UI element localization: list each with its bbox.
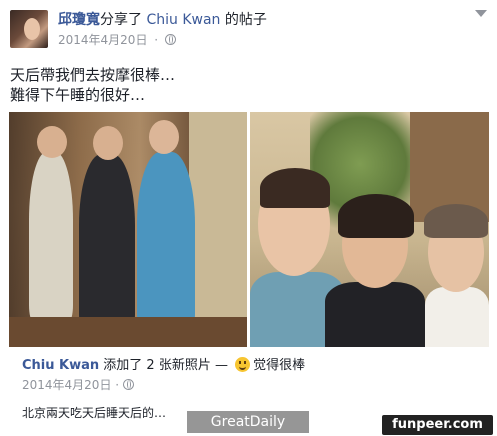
post-text-line-2: 難得下午睡的很好…: [10, 86, 146, 104]
person-1: [29, 152, 73, 322]
shared-author-link[interactable]: Chiu Kwan: [146, 12, 220, 28]
smiley-icon: [235, 357, 251, 372]
shared-post-action: 添加了 2 张新照片 —: [103, 358, 228, 373]
person-5-hair: [338, 194, 414, 238]
left-photo-doorway: [189, 112, 247, 347]
shared-suffix-text: 的帖子: [224, 12, 267, 28]
shared-post-meta: 2014年4月20日 ·: [22, 376, 134, 393]
author-avatar[interactable]: [10, 10, 48, 48]
shared-post-author-link[interactable]: Chiu Kwan: [22, 358, 99, 373]
chevron-down-icon[interactable]: [475, 10, 487, 17]
photo-right[interactable]: [250, 112, 489, 347]
post-header: 邱瓊寬分享了 Chiu Kwan 的帖子: [58, 9, 267, 29]
person-1-head: [37, 126, 67, 158]
funpeer-watermark: funpeer.com: [382, 415, 493, 435]
person-4-hair: [260, 168, 330, 208]
meta-separator: ·: [154, 33, 159, 47]
author-name-link[interactable]: 邱瓊寬: [58, 12, 100, 28]
globe-icon[interactable]: [164, 34, 176, 45]
facebook-post: 邱瓊寬分享了 Chiu Kwan 的帖子 2014年4月20日 · 天后帶我們去…: [0, 0, 497, 436]
share-action-text: 分享了: [100, 12, 142, 28]
left-photo-floor: [9, 317, 247, 347]
person-6-hair: [424, 204, 488, 238]
shared-meta-separator: ·: [115, 378, 120, 392]
person-3-head: [149, 120, 179, 154]
shared-post-date-link[interactable]: 2014年4月20日: [22, 378, 111, 392]
post-meta: 2014年4月20日 ·: [58, 31, 176, 48]
shared-post-feeling: 觉得很棒: [253, 358, 306, 373]
person-2: [79, 154, 135, 332]
post-date-link[interactable]: 2014年4月20日: [58, 33, 147, 47]
avatar-face: [24, 18, 40, 40]
person-6: [425, 287, 489, 347]
post-text-line-1: 天后帶我們去按摩很棒…: [10, 66, 176, 84]
shared-post-text: 北京兩天吃天后睡天后的…: [22, 406, 167, 420]
person-2-head: [93, 126, 123, 160]
person-3: [137, 152, 195, 332]
photo-left[interactable]: [9, 112, 247, 347]
globe-icon: [122, 379, 134, 390]
shared-post-header: Chiu Kwan 添加了 2 张新照片 — 觉得很棒: [22, 354, 305, 373]
photo-grid: [9, 112, 489, 347]
greatdaily-watermark: GreatDaily: [187, 411, 309, 433]
person-5: [325, 282, 425, 347]
